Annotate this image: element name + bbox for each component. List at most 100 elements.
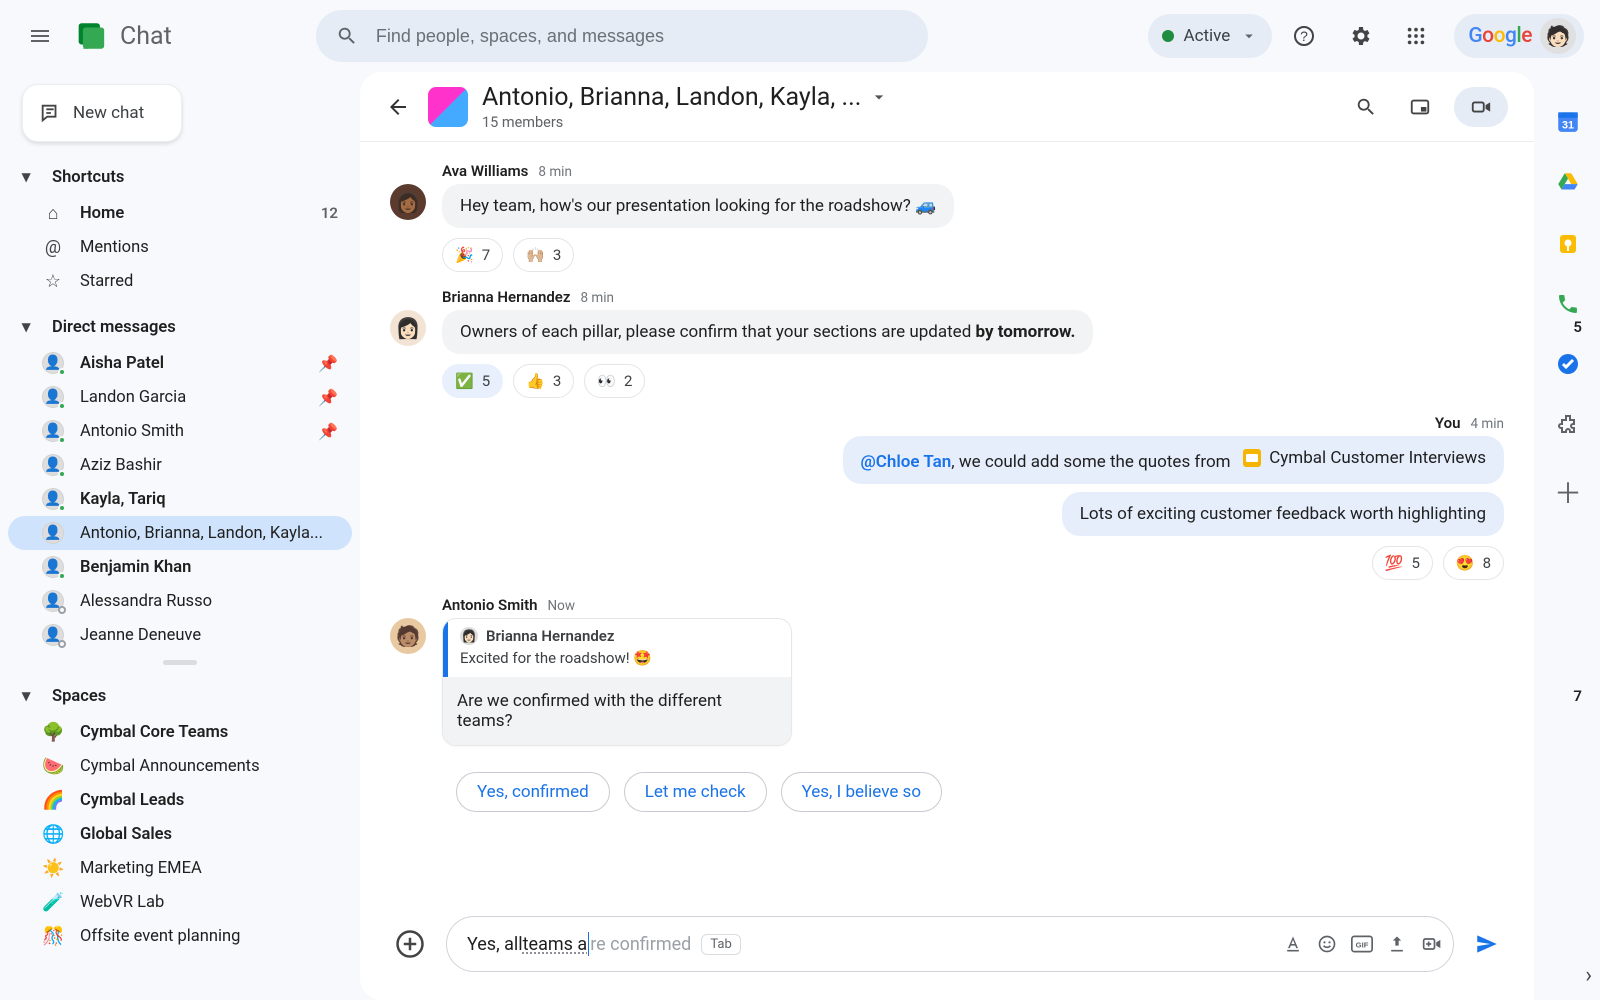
message-scroll[interactable]: 👩🏾 Ava Williams8 min Hey team, how's our… (360, 142, 1534, 916)
reaction-chip[interactable]: 🙌🏼3 (513, 238, 574, 272)
add-panel-button[interactable]: ＋ (1554, 472, 1582, 512)
app-title: Chat (120, 22, 172, 51)
chevron-down-icon (869, 87, 889, 107)
doc-chip[interactable]: Cymbal Customer Interviews (1243, 448, 1486, 468)
avatar: 👤 (42, 556, 64, 578)
conversation-title[interactable]: Antonio, Brianna, Landon, Kayla, ... (482, 83, 889, 112)
gif-button[interactable]: GIF (1351, 934, 1373, 954)
nav-mentions[interactable]: @ Mentions (8, 230, 352, 264)
dm-row[interactable]: 👤Benjamin Khan (8, 550, 352, 584)
reaction-chip[interactable]: 💯5 (1372, 546, 1433, 580)
caret-down-icon: ▾ (22, 317, 36, 337)
reaction-chip[interactable]: 👀2 (584, 364, 645, 398)
profile-avatar[interactable]: 🧑🏻 (1540, 18, 1576, 54)
upload-button[interactable] (1387, 934, 1407, 954)
keep-icon (1556, 232, 1580, 256)
section-shortcuts[interactable]: ▾ Shortcuts (8, 158, 352, 196)
call-button[interactable] (1556, 292, 1580, 316)
apps-grid-icon (1405, 25, 1427, 47)
dm-row[interactable]: 👤Landon Garcia📌 (8, 380, 352, 414)
search-input[interactable] (374, 25, 908, 48)
addons-button[interactable] (1556, 412, 1580, 436)
pin-icon: 📌 (318, 354, 338, 373)
search-bar[interactable] (316, 10, 928, 62)
conversation-subtitle: 15 members (482, 114, 889, 131)
drive-button[interactable] (1555, 170, 1581, 196)
calendar-button[interactable]: 31 (1555, 108, 1581, 134)
space-emoji-icon: 🍉 (42, 756, 64, 777)
smart-reply-button[interactable]: Yes, I believe so (781, 772, 942, 812)
section-spaces[interactable]: ▾ Spaces 7 (8, 677, 352, 715)
collapse-panel-button[interactable]: › (1585, 963, 1592, 988)
present-icon (1409, 96, 1431, 118)
video-call-button[interactable] (1454, 87, 1508, 127)
search-icon (336, 25, 358, 47)
smart-reply-row: Yes, confirmed Let me check Yes, I belie… (456, 772, 1504, 812)
smart-reply-button[interactable]: Let me check (624, 772, 767, 812)
plus-circle-icon (395, 929, 425, 959)
avatar: 👤 (42, 352, 64, 374)
space-row[interactable]: 🌳Cymbal Core Teams (8, 715, 352, 749)
help-icon: ? (1292, 24, 1316, 48)
space-row[interactable]: 🌐Global Sales (8, 817, 352, 851)
conversation-search-button[interactable] (1346, 87, 1386, 127)
account-chip[interactable]: Google 🧑🏻 (1454, 14, 1584, 58)
video-attach-button[interactable] (1421, 934, 1443, 954)
gear-icon (1348, 24, 1372, 48)
message-row: 👩🏻 Brianna Hernandez8 min Owners of each… (390, 280, 1504, 406)
home-icon: ⌂ (42, 203, 64, 224)
space-row[interactable]: 🍉Cymbal Announcements (8, 749, 352, 783)
tasks-button[interactable] (1556, 352, 1580, 376)
left-nav: New chat ▾ Shortcuts ⌂ Home 12 @ Mention… (0, 72, 360, 1000)
space-row[interactable]: ☀️Marketing EMEA (8, 851, 352, 885)
section-dms[interactable]: ▾ Direct messages 5 (8, 308, 352, 346)
present-button[interactable] (1400, 87, 1440, 127)
dm-row[interactable]: 👤Aziz Bashir (8, 448, 352, 482)
pin-icon: 📌 (318, 388, 338, 407)
nav-home[interactable]: ⌂ Home 12 (8, 196, 352, 230)
space-emoji-icon: 🌳 (42, 722, 64, 743)
space-emoji-icon: ☀️ (42, 858, 64, 879)
settings-button[interactable] (1336, 12, 1384, 60)
calendar-icon: 31 (1555, 108, 1581, 134)
avatar: 🧑🏽 (390, 618, 426, 654)
compose-add-button[interactable] (390, 924, 430, 964)
new-chat-button[interactable]: New chat (22, 84, 182, 142)
dm-row[interactable]: 👤Alessandra Russo (8, 584, 352, 618)
emoji-button[interactable] (1317, 934, 1337, 954)
keep-button[interactable] (1556, 232, 1580, 256)
search-icon (1355, 96, 1377, 118)
help-button[interactable]: ? (1280, 12, 1328, 60)
apps-button[interactable] (1392, 12, 1440, 60)
compose-input[interactable]: Yes, all teams are confirmed Tab GIF (446, 916, 1454, 972)
send-button[interactable] (1470, 931, 1504, 957)
space-row[interactable]: 🎊Offsite event planning (8, 919, 352, 953)
nav-starred[interactable]: ☆ Starred (8, 264, 352, 298)
send-icon (1474, 931, 1500, 957)
dm-row[interactable]: 👤Antonio Smith📌 (8, 414, 352, 448)
dm-row[interactable]: 👤Antonio, Brianna, Landon, Kayla... (8, 516, 352, 550)
space-emoji-icon: 🧪 (42, 892, 64, 913)
resize-handle[interactable] (163, 660, 197, 665)
reaction-chip[interactable]: ✅5 (442, 364, 503, 398)
avatar: 👩🏻 (390, 310, 426, 346)
quoted-message[interactable]: 👩🏻Brianna Hernandez Excited for the road… (442, 618, 792, 746)
reaction-chip[interactable]: 👍3 (513, 364, 574, 398)
format-button[interactable] (1283, 934, 1303, 954)
smart-reply-button[interactable]: Yes, confirmed (456, 772, 610, 812)
message-bubble: Lots of exciting customer feedback worth… (1062, 492, 1504, 536)
space-row[interactable]: 🌈Cymbal Leads (8, 783, 352, 817)
status-selector[interactable]: Active (1148, 14, 1273, 58)
dm-row[interactable]: 👤Jeanne Deneuve (8, 618, 352, 652)
dm-row[interactable]: 👤Kayla, Tariq (8, 482, 352, 516)
reaction-chip[interactable]: 😍8 (1443, 546, 1504, 580)
avatar: 👤 (42, 488, 64, 510)
dm-row[interactable]: 👤Aisha Patel📌 (8, 346, 352, 380)
caret-down-icon: ▾ (22, 167, 36, 187)
upload-icon (1387, 934, 1407, 954)
menu-button[interactable] (16, 12, 64, 60)
reaction-chip[interactable]: 🎉7 (442, 238, 503, 272)
back-button[interactable] (386, 95, 414, 119)
space-row[interactable]: 🧪WebVR Lab (8, 885, 352, 919)
mention-chip[interactable]: @Chloe Tan (861, 452, 952, 472)
